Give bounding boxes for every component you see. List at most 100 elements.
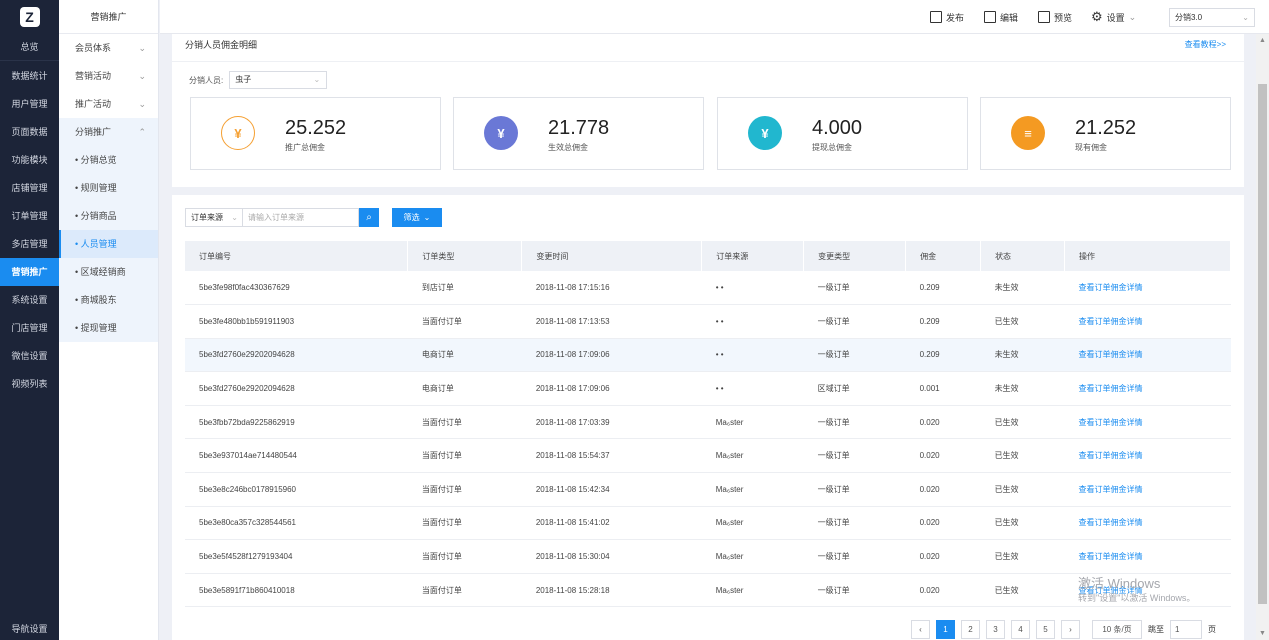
subnav-group-label: 营销活动 <box>75 71 112 81</box>
subnav-item[interactable]: • 提现管理 <box>59 314 158 342</box>
version-select[interactable]: 分销3.0 ⌄ <box>1169 8 1255 27</box>
view-commission-detail-link[interactable]: 查看订单佣金详情 <box>1064 438 1231 474</box>
view-commission-detail-link[interactable]: 查看订单佣金详情 <box>1064 271 1231 306</box>
subnav-item[interactable]: • 分销商品 <box>59 202 158 230</box>
publish-button[interactable]: 发布 <box>930 0 964 34</box>
summary-panel: 分销人员佣金明细 查看教程>> 分销人员: 虫子 ⌄ ¥25.252 推广总佣金 ¥… <box>172 34 1244 187</box>
view-commission-detail-link[interactable]: 查看订单佣金详情 <box>1064 405 1231 440</box>
page-scrollbar[interactable]: ▲ ▼ <box>1256 34 1269 640</box>
source-select[interactable]: 订单来源 ⌄ <box>185 208 243 227</box>
next-page-button[interactable]: › <box>1061 620 1080 639</box>
table-cell: 已生效 <box>980 573 1065 608</box>
top-bar: 发布 编辑 预览 ⚙ 设置 ⌄ 分销3.0 ⌄ <box>160 0 1269 34</box>
page-button[interactable]: 5 <box>1036 620 1055 639</box>
scroll-down-icon[interactable]: ▼ <box>1259 630 1266 637</box>
nav-item[interactable]: 门店管理 <box>0 314 59 342</box>
table-cell: 2018-11-08 17:13:53 <box>521 304 702 339</box>
view-commission-detail-link[interactable]: 查看订单佣金详情 <box>1064 371 1231 406</box>
table-cell: 已生效 <box>980 539 1065 574</box>
subnav-group[interactable]: 会员体系 ⌄ <box>59 34 158 62</box>
column-header: 订单编号 <box>185 241 409 271</box>
table-cell: 当面付订单 <box>407 539 522 574</box>
nav-item[interactable]: 店铺管理 <box>0 174 59 202</box>
table-row: 5be3fbb72bda9225862919 当面付订单 2018-11-08 17… <box>185 405 1231 440</box>
column-header: 操作 <box>1064 241 1231 271</box>
subnav-title: 营销推广 <box>59 0 158 34</box>
preview-button[interactable]: 预览 <box>1038 0 1072 34</box>
view-commission-detail-link[interactable]: 查看订单佣金详情 <box>1064 472 1231 507</box>
nav-item[interactable]: 用户管理 <box>0 90 59 118</box>
jump-label: 跳至 <box>1148 625 1164 634</box>
scrollbar-thumb[interactable] <box>1258 84 1267 604</box>
page-button[interactable]: 3 <box>986 620 1005 639</box>
nav-item[interactable]: 页面数据 <box>0 118 59 146</box>
table-cell: 一级订单 <box>803 271 906 306</box>
filter-button[interactable]: 筛选 ⌄ <box>392 208 442 227</box>
view-commission-detail-link[interactable]: 查看订单佣金详情 <box>1064 506 1231 541</box>
page-button[interactable]: 2 <box>961 620 980 639</box>
subnav-item[interactable]: • 人员管理 <box>59 230 158 258</box>
page-button[interactable]: 1 <box>936 620 955 639</box>
subnav-item[interactable]: • 区域经销商 <box>59 258 158 286</box>
nav-item[interactable]: 营销推广 <box>0 258 59 286</box>
prev-page-button[interactable]: ‹ <box>911 620 930 639</box>
search-button[interactable]: ⌕ <box>359 208 379 227</box>
publish-label: 发布 <box>946 12 965 23</box>
subnav-item[interactable]: • 商城股东 <box>59 286 158 314</box>
table-cell: 一级订单 <box>803 573 906 608</box>
pagination: ‹ 1 2 3 4 5 › 10 条/页 跳至 1 页 <box>911 620 1216 639</box>
filter-label: 分销人员: <box>189 75 224 85</box>
source-select-value: 订单来源 <box>191 213 223 222</box>
subnav-item[interactable]: • 分销总览 <box>59 146 158 174</box>
nav-item[interactable]: 数据统计 <box>0 62 59 90</box>
table-row: 5be3e5f4528f1279193404 当面付订单 2018-11-08 15… <box>185 539 1231 574</box>
page-size-select[interactable]: 10 条/页 <box>1092 620 1142 639</box>
subnav-group[interactable]: 推广活动 ⌄ <box>59 90 158 118</box>
nav-item[interactable]: 系统设置 <box>0 286 59 314</box>
table-cell: 2018-11-08 17:09:06 <box>521 338 702 373</box>
subnav-group[interactable]: 营销活动 ⌄ <box>59 62 158 90</box>
logo-icon: Z <box>19 7 40 27</box>
orders-table: 订单编号 订单类型 变更时间 订单来源 变更类型 佣金 状态 操作 5be3fe98f0fac… <box>185 241 1231 608</box>
chevron-down-icon: ⌄ <box>1242 13 1249 22</box>
view-commission-detail-link[interactable]: 查看订单佣金详情 <box>1064 539 1231 574</box>
table-row: 5be3e80ca357c328544561 当面付订单 2018-11-08 15… <box>185 506 1231 541</box>
edit-button[interactable]: 编辑 <box>984 0 1018 34</box>
nav-item[interactable]: 多店管理 <box>0 230 59 258</box>
table-cell: Ma₆ster <box>701 539 804 574</box>
stat-card: ¥21.778 生效总佣金 <box>453 97 704 170</box>
windows-activation-watermark: 激活 Windows 转到"设置"以激活 Windows。 <box>1078 577 1195 605</box>
person-filter: 分销人员: 虫子 ⌄ <box>189 71 328 89</box>
nav-item[interactable]: 功能模块 <box>0 146 59 174</box>
nav-item[interactable]: 微信设置 <box>0 342 59 370</box>
search-input[interactable]: 请输入订单来源 <box>243 208 359 227</box>
subnav-item[interactable]: • 规则管理 <box>59 174 158 202</box>
help-link[interactable]: 查看教程>> <box>1185 39 1226 50</box>
app-logo[interactable]: Z <box>0 0 59 34</box>
table-cell: • • <box>701 371 804 406</box>
table-cell: Ma₆ster <box>701 472 804 507</box>
table-cell: 一级订单 <box>803 506 906 541</box>
nav-item[interactable]: 总览 <box>0 34 59 61</box>
settings-button[interactable]: ⚙ 设置 ⌄ <box>1091 0 1136 34</box>
jump-input[interactable]: 1 <box>1170 620 1202 639</box>
table-cell: 已生效 <box>980 304 1065 339</box>
scroll-up-icon[interactable]: ▲ <box>1259 37 1266 44</box>
stat-value: 25.252 <box>285 117 347 139</box>
view-commission-detail-link[interactable]: 查看订单佣金详情 <box>1064 338 1231 373</box>
watermark-line2: 转到"设置"以激活 Windows。 <box>1078 593 1196 603</box>
person-select[interactable]: 虫子 ⌄ <box>229 71 328 89</box>
nav-settings-button[interactable]: 导航设置 <box>0 618 59 640</box>
subnav-group-label: 分销推广 <box>75 127 112 137</box>
table-cell: 0.020 <box>905 472 981 507</box>
page-button[interactable]: 4 <box>1011 620 1030 639</box>
settings-label: 设置 <box>1106 12 1125 23</box>
stat-label: 提现总佣金 <box>812 143 852 152</box>
nav-item[interactable]: 视频列表 <box>0 370 59 398</box>
subnav-group[interactable]: 分销推广 ⌃ <box>59 118 158 146</box>
preview-label: 预览 <box>1054 12 1073 23</box>
view-commission-detail-link[interactable]: 查看订单佣金详情 <box>1064 304 1231 339</box>
table-cell: 2018-11-08 17:03:39 <box>521 405 702 440</box>
chevron-down-icon: ⌄ <box>423 213 431 222</box>
nav-item[interactable]: 订单管理 <box>0 202 59 230</box>
